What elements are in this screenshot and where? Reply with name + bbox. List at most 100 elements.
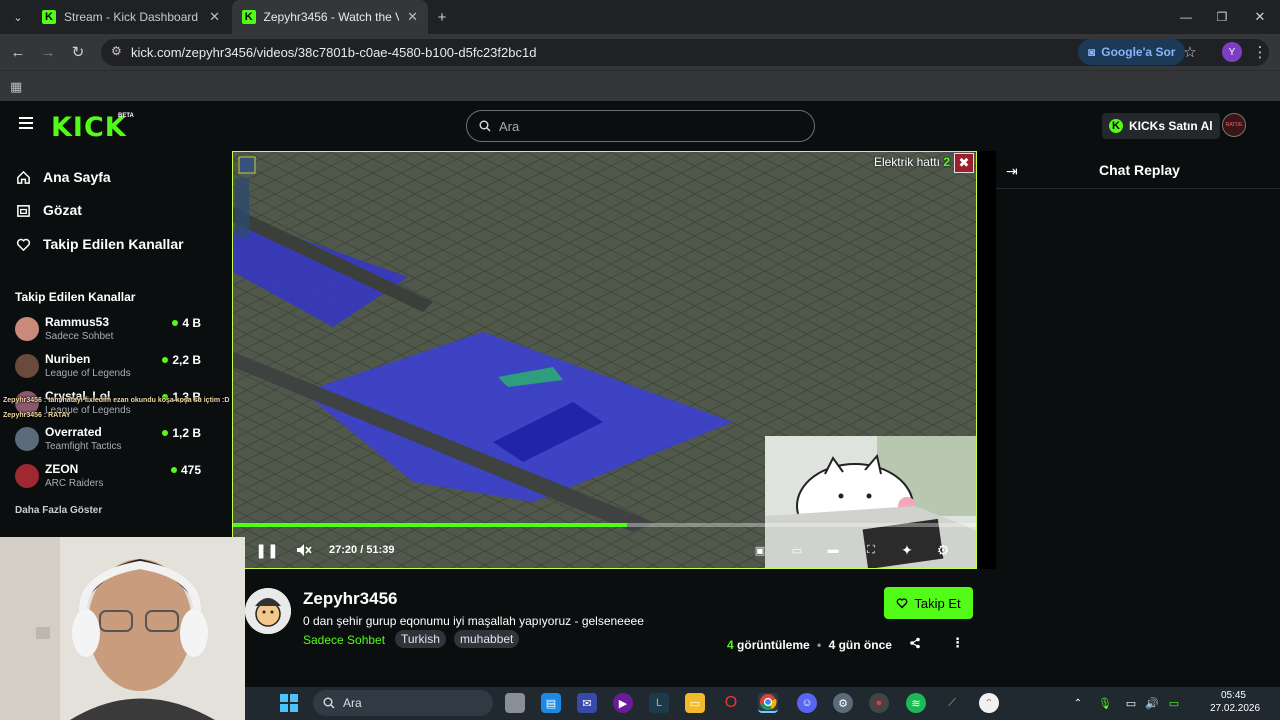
media-player-icon[interactable]: ▶	[613, 693, 633, 713]
clip-icon[interactable]: ▭	[787, 540, 807, 560]
hamburger-menu-icon[interactable]	[19, 117, 33, 129]
settings-app-icon[interactable]: ⚙	[833, 693, 853, 713]
streamer-avatar-icon	[245, 588, 291, 634]
more-options-icon[interactable]: ⋮	[951, 635, 964, 651]
kick-favicon-icon: K	[42, 10, 56, 24]
quality-icon[interactable]: ✦	[897, 540, 917, 560]
viewer-count: 4 B	[182, 316, 201, 330]
settings-gear-icon[interactable]: ⚙	[933, 540, 953, 560]
obs-icon[interactable]: ●	[869, 693, 889, 713]
search-icon	[479, 120, 491, 132]
streamer-webcam-icon	[0, 537, 245, 720]
new-tab-plus-icon[interactable]: +	[432, 7, 452, 27]
followed-channel-item[interactable]: Rammus53 Sadece Sohbet 4 B	[15, 315, 201, 347]
fullscreen-icon[interactable]: ⛶	[861, 540, 881, 560]
discord-icon[interactable]: ☺	[797, 693, 817, 713]
channel-category: Teamfight Tactics	[45, 441, 122, 452]
followed-channel-item[interactable]: Nuriben League of Legends 2,2 B	[15, 352, 201, 384]
collapse-chat-icon[interactable]: ⇥	[1006, 163, 1018, 180]
followed-channel-item[interactable]: ZEON ARC Raiders 475	[15, 462, 201, 494]
beta-badge: BETA	[118, 113, 134, 119]
network-icon[interactable]: ▭	[1121, 693, 1141, 713]
taskbar-search-placeholder: Ara	[343, 696, 362, 710]
followed-channel-item[interactable]: Overrated Teamfight Tactics 1,2 B	[15, 425, 201, 457]
site-info-icon[interactable]: ⚙	[111, 44, 122, 58]
chat-panel: ⇥ Chat Replay	[996, 151, 1280, 687]
minimize-window-icon[interactable]: —	[1176, 7, 1196, 27]
tag-chip[interactable]: muhabbet	[454, 630, 520, 648]
taskbar-search[interactable]: Ara	[313, 690, 493, 716]
search-input[interactable]: Ara	[466, 110, 815, 142]
streamer-avatar[interactable]	[245, 588, 291, 634]
back-arrow-icon[interactable]: ←	[8, 42, 28, 62]
volume-icon[interactable]: 🔊	[1142, 693, 1162, 713]
follow-button[interactable]: Takip Et	[884, 587, 973, 619]
game-hud-count: 2	[943, 155, 950, 169]
system-clock[interactable]: 05:45 27.02.2026	[1210, 689, 1260, 715]
store-icon[interactable]: ▤	[541, 693, 561, 713]
kicks-coin-icon: K	[1109, 119, 1123, 133]
channel-avatar	[15, 464, 39, 488]
apps-grid-icon[interactable]: ▦	[10, 79, 22, 95]
webcam-feed	[0, 537, 245, 720]
pause-icon[interactable]: ❚❚	[255, 540, 278, 560]
channel-avatar	[15, 354, 39, 378]
nav-following[interactable]: Takip Edilen Kanallar	[16, 233, 184, 255]
viewer-count: 2,2 B	[172, 353, 201, 367]
tag-chip[interactable]: Turkish	[395, 630, 446, 648]
user-avatar[interactable]: RATDE	[1222, 113, 1246, 137]
tab-search-chevron-icon[interactable]: ⌄	[8, 7, 28, 27]
windows-start-icon[interactable]	[279, 693, 299, 713]
seek-bar[interactable]	[233, 523, 976, 527]
tray-chevron-icon[interactable]: ⌃	[1068, 693, 1088, 713]
chrome-icon[interactable]	[758, 693, 778, 713]
forward-arrow-icon[interactable]: →	[38, 42, 58, 62]
valorant-icon[interactable]: ⟋	[942, 693, 962, 713]
url-text: kick.com/zepyhr3456/videos/38c7801b-c0ae…	[131, 45, 537, 60]
heart-icon	[16, 238, 31, 251]
tab-close-icon[interactable]: ✕	[407, 9, 418, 25]
theater-mode-icon[interactable]: ▬	[823, 540, 843, 560]
video-player[interactable]: Elektrik hattı 2 ✖ ❚❚ 27:20 / 51:39 ▣ ▭ …	[232, 151, 977, 569]
home-icon	[17, 170, 30, 184]
opera-icon[interactable]: O	[721, 693, 741, 713]
category-link[interactable]: Sadece Sohbet	[303, 633, 385, 647]
current-time: 27:20	[329, 544, 358, 556]
player-controls: ❚❚ 27:20 / 51:39 ▣ ▭ ▬ ⛶ ✦ ⚙	[233, 532, 976, 568]
spotify-icon[interactable]: ≋	[906, 693, 926, 713]
file-explorer-icon[interactable]: ▭	[685, 693, 705, 713]
profile-avatar[interactable]: Y	[1222, 42, 1242, 62]
tab-close-icon[interactable]: ✕	[209, 9, 220, 25]
kick-logo[interactable]: KICK	[51, 112, 127, 143]
microphone-icon[interactable]: 🎙	[1095, 693, 1115, 713]
mute-icon[interactable]	[294, 540, 314, 560]
google-ask-button[interactable]: ◙ Google'a Sor	[1078, 39, 1186, 65]
reload-icon[interactable]: ↻	[68, 42, 88, 62]
maximize-window-icon[interactable]: ❐	[1212, 7, 1232, 27]
bongo-cat-icon[interactable]: ᵔ	[979, 693, 999, 713]
share-icon[interactable]	[909, 637, 921, 652]
nav-home-label: Ana Sayfa	[43, 169, 111, 185]
streamer-name[interactable]: Zepyhr3456	[303, 589, 398, 609]
view-label: görüntüleme	[737, 638, 810, 652]
taskview-icon[interactable]	[505, 693, 525, 713]
nav-home[interactable]: Ana Sayfa	[16, 166, 111, 188]
search-icon	[323, 697, 335, 709]
nav-browse[interactable]: Gözat	[16, 199, 82, 221]
battery-icon[interactable]: ▭	[1164, 693, 1184, 713]
close-window-icon[interactable]: ✕	[1250, 7, 1270, 27]
mail-icon[interactable]: ✉	[577, 693, 597, 713]
tab-kick-dashboard[interactable]: K Stream - Kick Dashboard ✕	[32, 0, 230, 34]
show-more-link[interactable]: Daha Fazla Göster	[15, 505, 102, 516]
league-client-icon[interactable]: L	[649, 693, 669, 713]
miniplayer-icon[interactable]: ▣	[750, 540, 770, 560]
tab-vod[interactable]: K Zepyhr3456 - Watch the VOD o ✕	[232, 0, 428, 34]
channel-name: Nuriben	[45, 352, 91, 366]
buy-kicks-button[interactable]: K KICKs Satın Al	[1102, 113, 1220, 139]
live-dot-icon	[162, 430, 169, 436]
view-count: 4	[727, 638, 734, 652]
live-dot-icon	[170, 467, 177, 473]
search-placeholder: Ara	[499, 118, 520, 134]
browser-menu-icon[interactable]: ⋮	[1250, 42, 1270, 62]
overlay-chat-message: Zepyhr3456 : tam hatayı fixledim ezan ok…	[3, 397, 230, 404]
